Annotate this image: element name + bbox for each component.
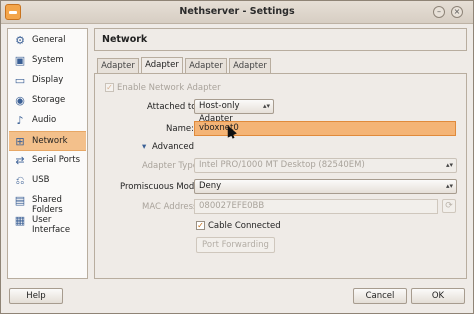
tab-adapter-1[interactable]: Adapter 1 [97,58,139,85]
settings-sidebar: ⚙ General ▣ System ▭ Display ◉ Storage ♪… [7,28,88,279]
adapter-type-select[interactable]: Intel PRO/1000 MT Desktop (82540EM) ▴▾ [194,158,457,173]
name-label: Name: [166,124,194,134]
adapter-type-value: Intel PRO/1000 MT Desktop (82540EM) [199,160,365,170]
storage-icon: ◉ [15,94,25,107]
audio-icon: ♪ [16,114,24,127]
attached-to-label: Attached to: [147,102,200,112]
enable-adapter-label: Enable Network Adapter [117,83,221,93]
general-icon: ⚙ [15,34,25,47]
sidebar-item-shared-folders[interactable]: ▤ Shared Folders [9,191,86,215]
sidebar-item-label: Serial Ports [32,155,81,165]
mac-address-value: 080027EFE0BB [199,201,265,211]
cable-connected-checkbox[interactable]: ✓ [196,221,205,230]
refresh-mac-icon[interactable]: ⟳ [442,199,456,213]
section-title: Network [102,34,148,45]
settings-window: Nethserver - Settings – × ⚙ General ▣ Sy… [0,0,474,314]
system-icon: ▣ [14,54,26,67]
chevron-updown-icon: ▴▾ [445,161,453,169]
sidebar-item-general[interactable]: ⚙ General [9,31,86,51]
window-title: Nethserver - Settings [179,6,295,17]
promiscuous-mode-label: Promiscuous Mode: [120,182,203,192]
promiscuous-mode-value: Deny [199,181,222,191]
ok-button[interactable]: OK [411,288,465,304]
title-bar[interactable]: Nethserver - Settings – × [1,1,473,24]
minimize-icon[interactable]: – [433,6,445,18]
sidebar-item-label: Audio [32,115,57,125]
sidebar-item-label: User Interface [32,215,71,235]
mac-address-label: MAC Address: [142,202,201,212]
tab-adapter-4[interactable]: Adapter 4 [229,58,271,85]
section-header: Network [94,28,467,51]
cancel-button[interactable]: Cancel [353,288,407,304]
cable-connected-label: Cable Connected [208,221,281,231]
mac-address-field[interactable]: 080027EFE0BB [194,199,438,214]
sidebar-item-network[interactable]: ⊞ Network [9,131,86,151]
sidebar-item-label: System [32,55,64,65]
enable-adapter-checkbox[interactable]: ✓ [105,83,114,92]
sidebar-item-label: General [32,35,66,45]
sidebar-item-user-interface[interactable]: ▦ User Interface [9,211,86,235]
network-icon: ⊞ [15,135,25,148]
advanced-toggle-icon[interactable]: ▾ [142,142,146,152]
sidebar-item-system[interactable]: ▣ System [9,51,86,71]
close-icon[interactable]: × [451,6,463,18]
adapter-type-label: Adapter Type: [142,161,201,171]
sidebar-item-storage[interactable]: ◉ Storage [9,91,86,111]
port-forwarding-button[interactable]: Port Forwarding [196,237,275,253]
advanced-toggle[interactable]: Advanced [152,142,194,152]
sidebar-item-label: USB [32,175,50,185]
sidebar-item-audio[interactable]: ♪ Audio [9,111,86,131]
sidebar-item-label: Display [32,75,64,85]
sidebar-item-display[interactable]: ▭ Display [9,71,86,91]
shared-folders-icon: ▤ [14,194,26,207]
sidebar-item-serial-ports[interactable]: ⇄ Serial Ports [9,151,86,171]
promiscuous-mode-select[interactable]: Deny ▴▾ [194,179,457,194]
chevron-updown-icon: ▴▾ [445,182,453,190]
tab-adapter-3[interactable]: Adapter 3 [185,58,227,85]
serial-ports-icon: ⇄ [15,154,25,167]
user-interface-icon: ▦ [14,214,26,227]
chevron-updown-icon: ▴▾ [262,102,270,110]
display-icon: ▭ [14,74,26,87]
sidebar-item-label: Network [32,136,68,146]
help-button[interactable]: Help [9,288,63,304]
sidebar-item-usb[interactable]: ⎌ USB [9,171,86,191]
sidebar-item-label: Storage [32,95,66,105]
tab-adapter-2[interactable]: Adapter 2 [141,57,183,84]
usb-icon: ⎌ [15,174,25,187]
attached-to-select[interactable]: Host-only Adapter ▴▾ [194,99,274,124]
